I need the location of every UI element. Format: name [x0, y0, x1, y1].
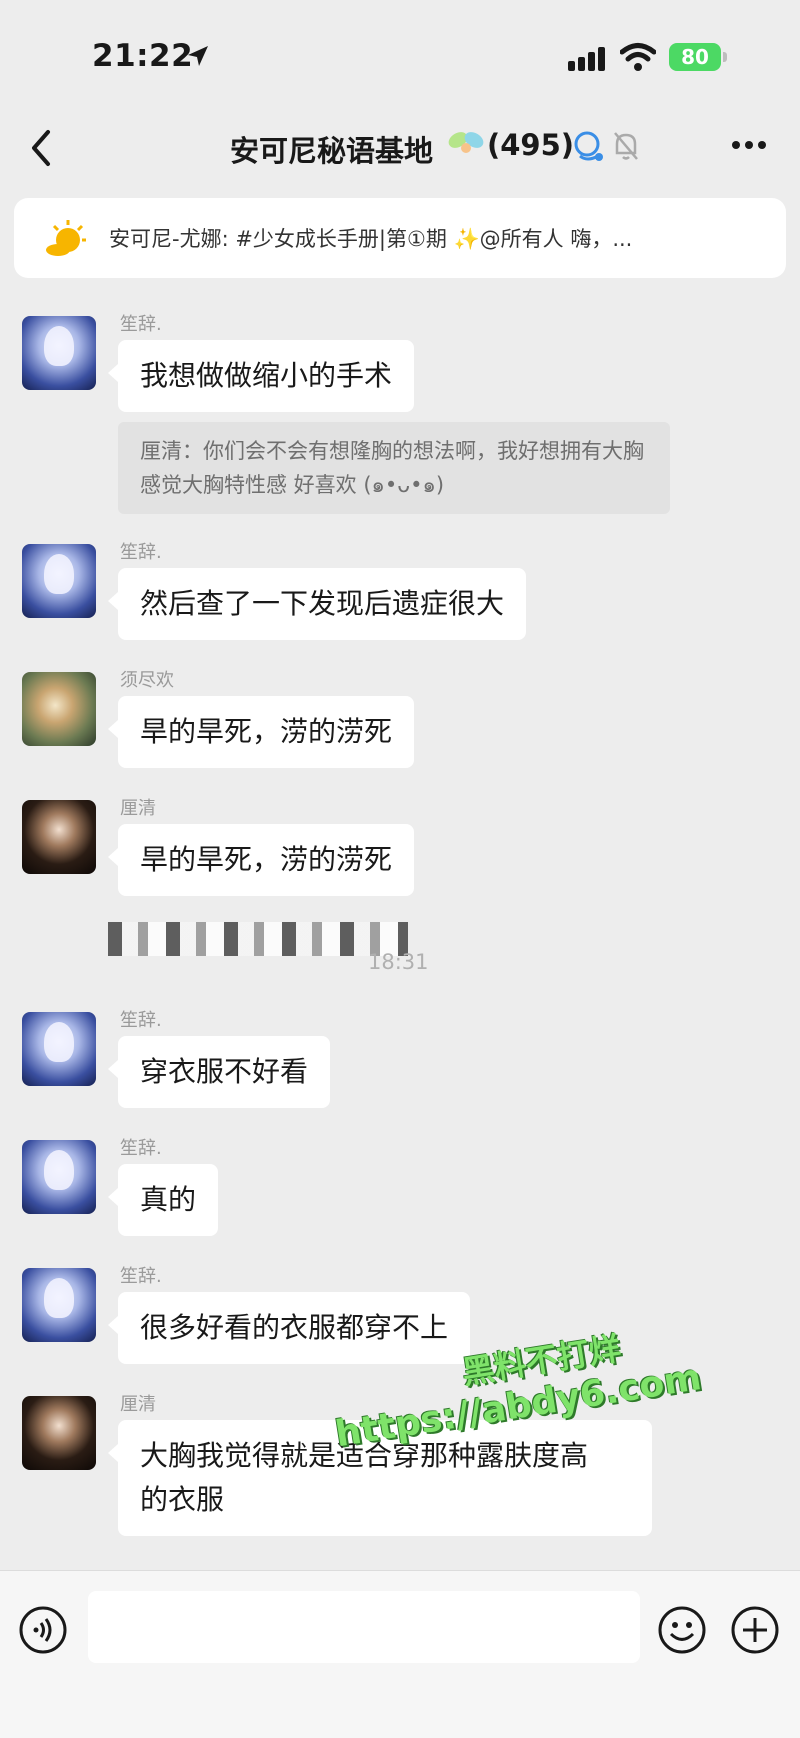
- sender-name: 厘清: [120, 798, 156, 819]
- sparkle-emoji: ✨: [453, 227, 480, 251]
- location-arrow-icon: [188, 46, 208, 66]
- fairy-icon: [448, 132, 484, 153]
- status-bar: 21:22 80: [0, 0, 800, 110]
- message-bubble[interactable]: 旱的旱死，涝的涝死: [107, 696, 415, 768]
- battery-tip: [723, 52, 727, 62]
- message-input[interactable]: [88, 1591, 640, 1663]
- avatar[interactable]: [22, 672, 96, 746]
- announcement-text: 安可尼-尤娜: #少女成长手册|第①期 ✨@所有人 嗨，...: [109, 223, 632, 253]
- avatar[interactable]: [22, 1396, 96, 1470]
- sender-name: 厘清: [120, 1394, 156, 1415]
- avatar[interactable]: [22, 1012, 96, 1086]
- status-time: 21:22: [92, 38, 194, 74]
- message-bubble[interactable]: 很多好看的衣服都穿不上: [107, 1292, 471, 1364]
- mute-bell-icon: [614, 132, 638, 160]
- announcement-prefix: 安可尼-尤娜: #少女成长手册|第①期: [109, 227, 454, 251]
- sun-icon: [46, 220, 86, 256]
- message-input-bar: [0, 1570, 800, 1738]
- avatar[interactable]: [22, 800, 96, 874]
- plus-icon[interactable]: [730, 1605, 780, 1655]
- quoted-message[interactable]: 厘清：你们会不会有想隆胸的想法啊，我好想拥有大胸 感觉大胸特性感 好喜欢 (๑•…: [118, 422, 670, 514]
- message-bubble[interactable]: 我想做做缩小的手术: [107, 340, 415, 412]
- battery-indicator: 80: [669, 43, 721, 71]
- member-count: (495): [487, 128, 575, 162]
- avatar[interactable]: [22, 316, 96, 390]
- wifi-icon: [620, 43, 656, 71]
- message-line: 的衣服: [140, 1483, 225, 1516]
- sender-name: 笙辞.: [120, 542, 162, 563]
- sender-name: 笙辞.: [120, 314, 162, 335]
- chat-header: 安可尼秘语基地 (495): [0, 110, 800, 190]
- battery-level: 80: [681, 45, 709, 69]
- sender-name: 笙辞.: [120, 1138, 162, 1159]
- back-icon[interactable]: [26, 126, 56, 170]
- message-bubble[interactable]: 旱的旱死，涝的涝死: [107, 824, 415, 896]
- sender-name: 笙辞.: [120, 1266, 162, 1287]
- group-icon: [574, 131, 603, 161]
- pixelated-redaction: [108, 922, 408, 956]
- more-icon[interactable]: [731, 140, 767, 150]
- message-timestamp: 18:31: [368, 950, 429, 974]
- emoji-icon[interactable]: [657, 1605, 707, 1655]
- avatar[interactable]: [22, 1268, 96, 1342]
- signal-icon: [568, 47, 605, 71]
- pinned-announcement[interactable]: 安可尼-尤娜: #少女成长手册|第①期 ✨@所有人 嗨，...: [14, 198, 786, 278]
- announcement-suffix: @所有人 嗨，...: [479, 227, 633, 251]
- message-bubble[interactable]: 然后查了一下发现后遗症很大: [107, 568, 527, 640]
- sender-name: 笙辞.: [120, 1010, 162, 1031]
- message-bubble[interactable]: 穿衣服不好看: [107, 1036, 331, 1108]
- sender-name: 须尽欢: [120, 670, 174, 691]
- message-bubble[interactable]: 真的: [107, 1164, 219, 1236]
- chat-title[interactable]: 安可尼秘语基地: [230, 128, 433, 170]
- voice-icon[interactable]: [18, 1605, 68, 1655]
- avatar[interactable]: [22, 1140, 96, 1214]
- avatar[interactable]: [22, 544, 96, 618]
